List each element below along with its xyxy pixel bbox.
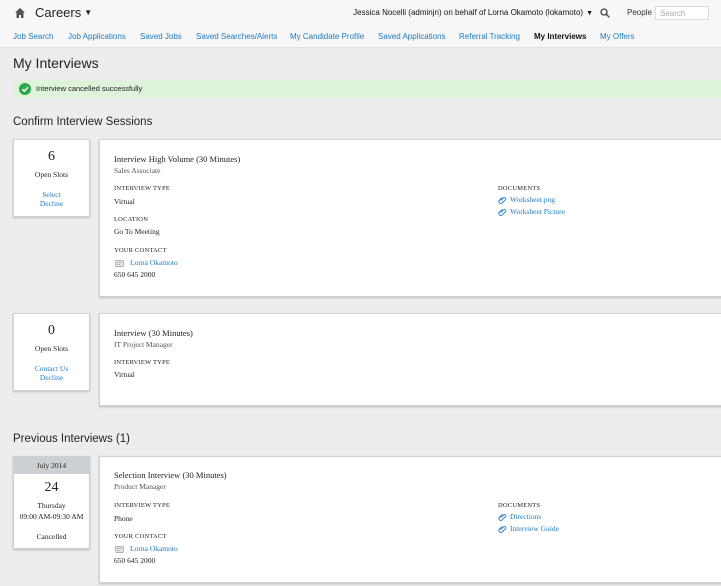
careers-title: Careers — [35, 5, 82, 20]
interview-type-value: Virtual — [114, 370, 135, 379]
open-slots-count: 0 — [48, 323, 55, 338]
search-icon[interactable] — [600, 8, 610, 18]
documents-label: DOCUMENTS — [498, 185, 541, 192]
open-slots-box: 6 Open Slots Select Decline — [13, 139, 90, 217]
interview-type-value: Virtual — [114, 197, 135, 206]
decline-link[interactable]: Decline — [14, 199, 89, 208]
checkmark-icon — [19, 83, 31, 95]
interview-title: Selection Interview (30 Minutes) — [114, 470, 227, 480]
document-link[interactable]: Worksheet Picture — [510, 207, 565, 216]
document-link[interactable]: Worksheet.png — [510, 195, 555, 204]
chevron-down-icon: ▼ — [586, 10, 593, 17]
document-link[interactable]: Directions — [510, 512, 541, 521]
tab-job-applications[interactable]: Job Applications — [68, 32, 126, 41]
people-label[interactable]: People — [627, 8, 652, 17]
previous-interview-card: Selection Interview (30 Minutes) Product… — [99, 456, 721, 583]
paperclip-icon — [498, 525, 507, 533]
chevron-down-icon: ▼ — [84, 8, 93, 17]
tab-saved-applications[interactable]: Saved Applications — [378, 32, 446, 41]
user-menu[interactable]: Jessica Nocelli (adminjn) on behalf of L… — [353, 8, 593, 17]
tab-my-interviews[interactable]: My Interviews — [534, 32, 586, 41]
interview-type-label: INTERVIEW TYPE — [114, 359, 171, 366]
interview-type-value: Phone — [114, 514, 133, 523]
contact-name-link[interactable]: Lorna Okamoto — [130, 258, 178, 267]
confirm-sessions-title: Confirm Interview Sessions — [13, 116, 153, 128]
contact-us-link[interactable]: Contact Us — [14, 364, 89, 373]
tab-referral-tracking[interactable]: Referral Tracking — [459, 32, 520, 41]
careers-menu[interactable]: Careers ▼ — [35, 5, 92, 20]
interview-title: Interview High Volume (30 Minutes) — [114, 154, 241, 164]
paperclip-icon — [498, 208, 507, 216]
open-slots-label: Open Slots — [34, 170, 69, 179]
contact-label: YOUR CONTACT — [114, 533, 167, 540]
interview-title: Interview (30 Minutes) — [114, 328, 193, 338]
previous-interviews-title: Previous Interviews (1) — [13, 433, 130, 445]
date-weekday: Thursday — [37, 501, 66, 510]
page-title: My Interviews — [13, 55, 99, 71]
interview-type-label: INTERVIEW TYPE — [114, 502, 171, 509]
paperclip-icon — [498, 513, 507, 521]
interview-session-card: Interview (30 Minutes) IT Project Manage… — [99, 313, 721, 406]
date-time: 09:00 AM-09:30 AM — [19, 512, 84, 521]
contact-phone: 650 645 2000 — [114, 556, 156, 565]
alert-message: Interview cancelled successfully — [36, 84, 143, 93]
contact-card-icon — [115, 546, 124, 553]
interview-date-box: July 2014 24 Thursday 09:00 AM-09:30 AM … — [13, 456, 90, 549]
document-link[interactable]: Interview Guide — [510, 524, 559, 533]
success-alert: Interview cancelled successfully — [13, 80, 721, 98]
search-input[interactable] — [655, 6, 709, 20]
location-label: LOCATION — [114, 216, 149, 223]
open-slots-box: 0 Open Slots Contact Us Decline — [13, 313, 90, 391]
interview-subtitle: Product Manager — [114, 482, 166, 491]
location-value: Go To Meeting — [114, 227, 160, 236]
tab-my-candidate-profile[interactable]: My Candidate Profile — [290, 32, 364, 41]
interview-subtitle: IT Project Manager — [114, 340, 173, 349]
date-month: July 2014 — [14, 457, 89, 474]
contact-name-link[interactable]: Lorna Okamoto — [130, 544, 178, 553]
paperclip-icon — [498, 196, 507, 204]
tab-saved-jobs[interactable]: Saved Jobs — [140, 32, 182, 41]
contact-card-icon — [115, 260, 124, 267]
interview-type-label: INTERVIEW TYPE — [114, 185, 171, 192]
contact-label: YOUR CONTACT — [114, 247, 167, 254]
contact-phone: 650 645 2000 — [114, 270, 156, 279]
decline-link[interactable]: Decline — [14, 373, 89, 382]
user-name: Jessica Nocelli (adminjn) on behalf of L… — [353, 8, 584, 17]
interview-session-card: Interview High Volume (30 Minutes) Sales… — [99, 139, 721, 297]
documents-label: DOCUMENTS — [498, 502, 541, 509]
tab-my-offers[interactable]: My Offers — [600, 32, 635, 41]
interview-subtitle: Sales Associate — [114, 166, 161, 175]
open-slots-count: 6 — [48, 149, 55, 164]
home-icon[interactable] — [14, 7, 26, 19]
nav-tabs: Job Search Job Applications Saved Jobs S… — [0, 27, 721, 48]
tab-saved-searches-alerts[interactable]: Saved Searches/Alerts — [196, 32, 277, 41]
date-day: 24 — [44, 480, 59, 495]
tab-job-search[interactable]: Job Search — [13, 32, 53, 41]
open-slots-label: Open Slots — [34, 344, 69, 353]
select-link[interactable]: Select — [14, 190, 89, 199]
top-bar: Careers ▼ Jessica Nocelli (adminjn) on be… — [0, 0, 721, 27]
interview-status: Cancelled — [36, 532, 67, 541]
